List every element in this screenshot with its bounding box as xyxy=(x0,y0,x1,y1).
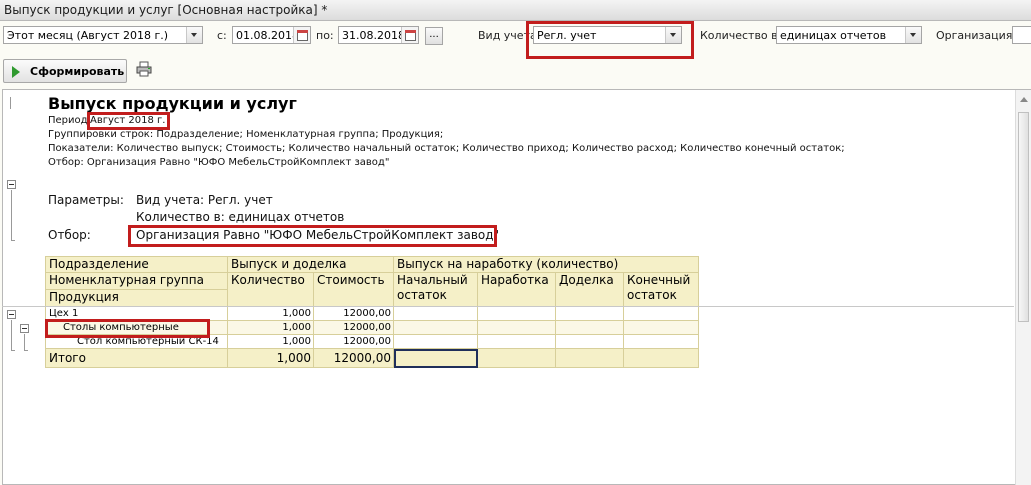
total-cost: 12000,00 xyxy=(314,349,394,368)
params-label: Параметры: xyxy=(48,193,124,207)
row-empty-cell xyxy=(478,335,556,349)
scroll-up-icon[interactable] xyxy=(1020,97,1028,102)
chevron-down-icon[interactable] xyxy=(905,27,921,43)
calendar-icon[interactable] xyxy=(401,27,418,43)
active-cell[interactable] xyxy=(394,349,478,368)
total-empty-cell xyxy=(556,349,624,368)
date-from-field[interactable]: 01.08.2018 xyxy=(232,26,311,44)
indicators-line: Показатели: Количество выпуск; Стоимость… xyxy=(48,143,845,154)
col-kon-ostatok: Конечный остаток xyxy=(624,273,699,307)
col-nach-ostatok: Начальный остаток xyxy=(394,273,478,307)
date-to-value: 31.08.2018 xyxy=(342,29,405,42)
filter-label: Отбор: xyxy=(48,228,91,242)
row-empty-cell xyxy=(478,307,556,321)
col-podrazdelenie: Подразделение xyxy=(45,256,228,273)
col-stoimost: Стоимость xyxy=(314,273,394,307)
highlight-box xyxy=(45,319,210,338)
col-kolichestvo: Количество xyxy=(228,273,314,307)
row-empty-cell xyxy=(394,335,478,349)
period-select-value: Этот месяц (Август 2018 г.) xyxy=(7,29,169,42)
play-icon xyxy=(12,66,20,78)
highlight-box xyxy=(87,112,170,130)
col-nomgroup: Номенклатурная группа xyxy=(45,273,228,290)
printer-icon[interactable] xyxy=(136,61,152,77)
param-kolichestvo: Количество в: единицах отчетов xyxy=(136,210,345,224)
report-title: Выпуск продукции и услуг xyxy=(48,94,297,113)
row-empty-cell xyxy=(624,335,699,349)
window-title: Выпуск продукции и услуг [Основная настр… xyxy=(4,3,328,17)
kolichestvo-select[interactable]: единицах отчетов xyxy=(776,26,922,44)
row-empty-cell xyxy=(394,307,478,321)
col-group-narabotka: Выпуск на наработку (количество) xyxy=(394,256,699,273)
chevron-down-icon[interactable] xyxy=(186,27,202,43)
calendar-icon[interactable] xyxy=(293,27,310,43)
row-qty: 1,000 xyxy=(228,321,314,335)
param-vid-ucheta: Вид учета: Регл. учет xyxy=(136,193,273,207)
highlight-box xyxy=(128,225,497,247)
row-qty: 1,000 xyxy=(228,335,314,349)
total-empty-cell xyxy=(478,349,556,368)
kolichestvo-value: единицах отчетов xyxy=(780,29,887,42)
scrollbar-thumb[interactable] xyxy=(1018,112,1029,322)
row-empty-cell xyxy=(556,335,624,349)
kolichestvo-label: Количество в: xyxy=(700,29,782,42)
total-qty: 1,000 xyxy=(228,349,314,368)
collapse-header-icon[interactable] xyxy=(7,180,16,189)
date-from-value: 01.08.2018 xyxy=(236,29,299,42)
total-empty-cell xyxy=(624,349,699,368)
row-empty-cell xyxy=(478,321,556,335)
row-empty-cell xyxy=(556,307,624,321)
window-title-bar: Выпуск продукции и услуг [Основная настр… xyxy=(0,0,1031,21)
row-cost: 12000,00 xyxy=(314,321,394,335)
collapse-row-icon[interactable] xyxy=(7,310,16,319)
period-label: Период: xyxy=(48,115,91,126)
col-group-vypusk: Выпуск и доделка xyxy=(228,256,394,273)
period-select[interactable]: Этот месяц (Август 2018 г.) xyxy=(3,26,203,44)
to-label: по: xyxy=(316,29,334,42)
date-to-field[interactable]: 31.08.2018 xyxy=(338,26,419,44)
grouping-line: Группировки строк: Подразделение; Номенк… xyxy=(48,129,444,140)
col-narabotka: Наработка xyxy=(478,273,556,307)
filter-line: Отбор: Организация Равно "ЮФО МебельСтро… xyxy=(48,157,390,168)
highlight-box xyxy=(526,21,694,59)
row-cost: 12000,00 xyxy=(314,335,394,349)
collapse-row-icon[interactable] xyxy=(20,324,29,333)
period-select-button[interactable]: ... xyxy=(425,27,443,45)
row-cost: 12000,00 xyxy=(314,307,394,321)
form-report-button-label: Сформировать xyxy=(30,65,125,78)
organization-field[interactable] xyxy=(1012,26,1031,44)
from-label: с: xyxy=(217,29,227,42)
total-label: Итого xyxy=(45,349,228,368)
col-produktsiya: Продукция xyxy=(45,290,228,307)
col-dodelka: Доделка xyxy=(556,273,624,307)
form-report-button[interactable]: Сформировать xyxy=(3,59,127,83)
row-empty-cell xyxy=(624,321,699,335)
vertical-scrollbar[interactable] xyxy=(1015,90,1031,485)
row-empty-cell xyxy=(394,321,478,335)
row-qty: 1,000 xyxy=(228,307,314,321)
row-empty-cell xyxy=(624,307,699,321)
organization-label: Организация: xyxy=(936,29,1017,42)
row-empty-cell xyxy=(556,321,624,335)
